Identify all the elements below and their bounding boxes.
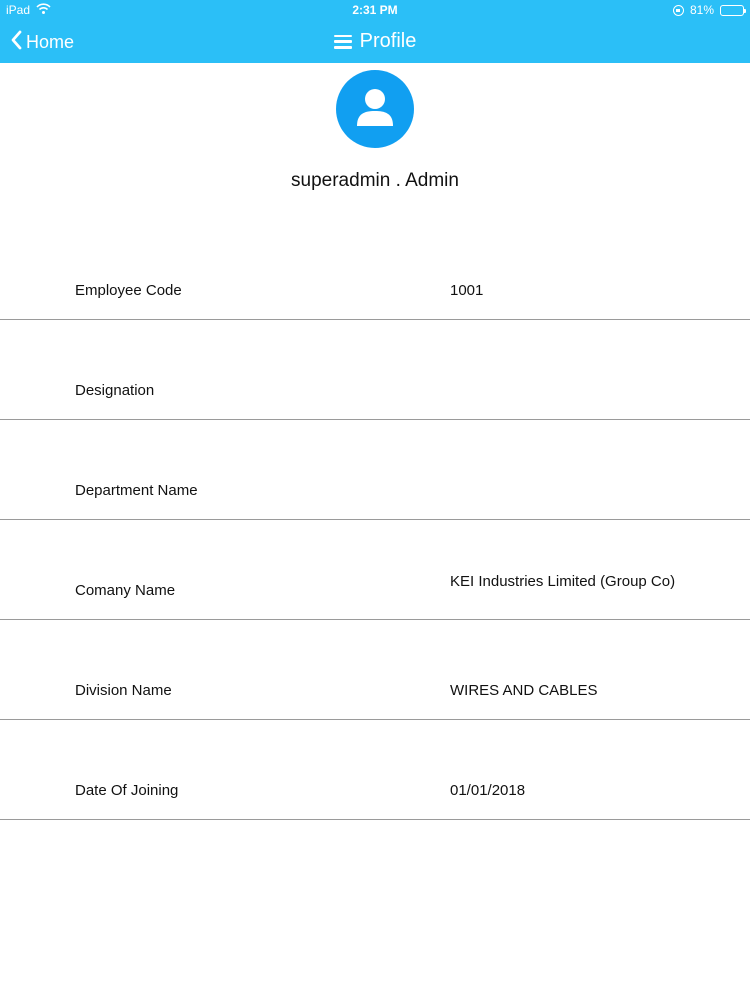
field-label: Designation <box>75 382 155 399</box>
status-time: 2:31 PM <box>352 3 398 17</box>
profile-name: superadmin . Admin <box>291 170 459 191</box>
field-value: WIRES AND CABLES <box>450 682 598 699</box>
field-label: Employee Code <box>75 282 182 299</box>
nav-bar: Home Profile <box>0 22 750 63</box>
field-row-employee-code: Employee Code 1001 <box>0 220 750 320</box>
battery-percent: 81% <box>689 3 714 17</box>
user-icon <box>352 84 398 135</box>
field-value: 1001 <box>450 282 484 299</box>
avatar <box>336 70 414 148</box>
field-row-designation: Designation <box>0 320 750 420</box>
status-bar: iPad 2:31 PM 81% <box>0 0 750 22</box>
field-label: Department Name <box>75 482 198 499</box>
field-label: Division Name <box>75 682 172 699</box>
field-label: Date Of Joining <box>75 782 179 799</box>
top-bar: iPad 2:31 PM 81% Home Profile <box>0 0 750 63</box>
field-value: KEI Industries Limited (Group Co) <box>450 573 676 590</box>
page-title: Profile <box>359 30 417 52</box>
field-row-date-of-joining: Date Of Joining 01/01/2018 <box>0 720 750 820</box>
field-row-company-name: Comany Name KEI Industries Limited (Grou… <box>0 520 750 620</box>
field-row-department-name: Department Name <box>0 420 750 520</box>
field-row-division-name: Division Name WIRES AND CABLES <box>0 620 750 720</box>
profile-fields: Employee Code 1001 Designation Departmen… <box>0 220 750 820</box>
field-value: 01/01/2018 <box>450 782 526 799</box>
battery-icon <box>720 4 746 16</box>
orientation-lock-icon <box>672 4 684 16</box>
menu-icon[interactable] <box>333 34 352 49</box>
field-label: Comany Name <box>75 582 176 599</box>
